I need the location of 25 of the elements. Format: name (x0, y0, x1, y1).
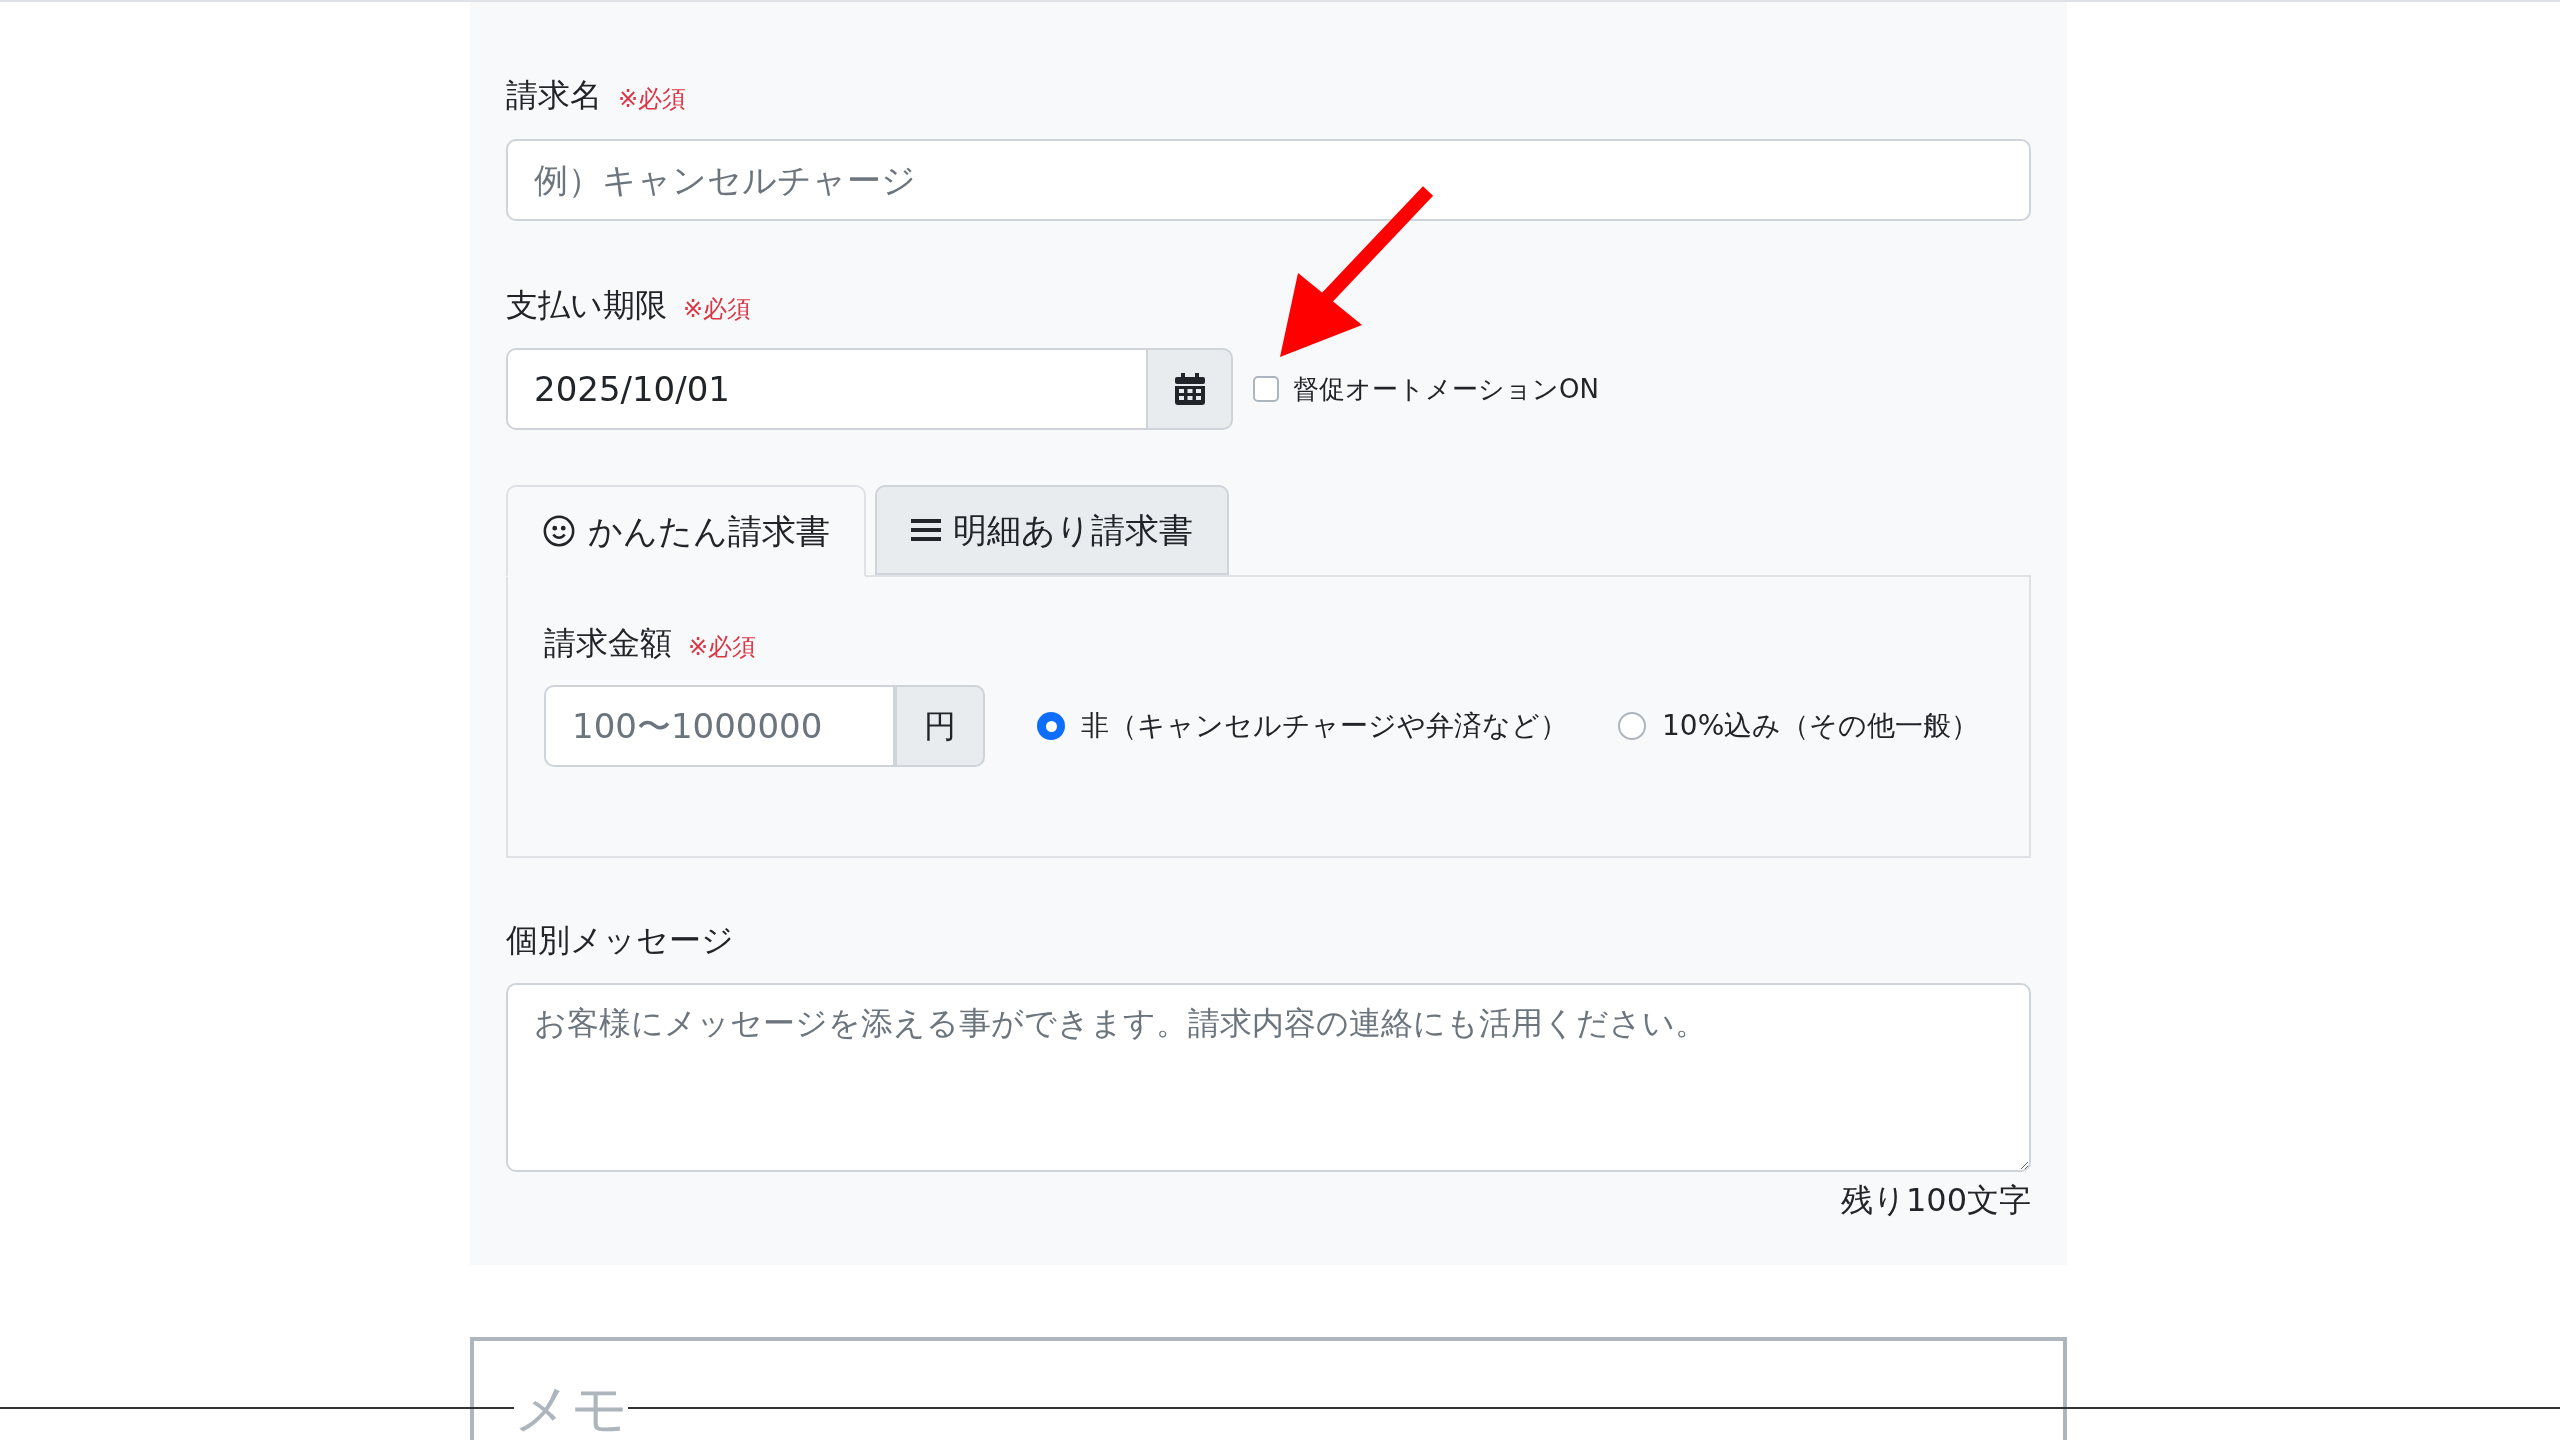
tab[interactable]: かんたん請求書 (506, 485, 866, 577)
radio-button[interactable] (1618, 712, 1646, 740)
date-field[interactable]: 2025/10/01 (506, 348, 1148, 430)
input-field[interactable]: 例）キャンセルチャージ (506, 139, 2031, 221)
checkbox[interactable] (1253, 376, 1279, 402)
required-tag: ※必須 (618, 83, 687, 115)
required-tag: ※必須 (688, 631, 757, 663)
field-label: 個別メッセージ (506, 920, 734, 960)
message-field[interactable]: お客様にメッセージを添える事ができます。請求内容の連絡にも活用ください。 (506, 983, 2031, 1172)
required-tag: ※必須 (683, 293, 752, 325)
field-label: 請求名 (506, 75, 602, 115)
amount-field[interactable]: 100〜1000000 (544, 685, 895, 767)
tab[interactable]: 明細あり請求書 (875, 485, 1229, 575)
calendar-button[interactable] (1148, 348, 1233, 430)
radio-button[interactable] (1037, 712, 1065, 740)
calendar-icon (1174, 373, 1205, 405)
smiley-icon (542, 514, 576, 548)
field-label: 請求金額 (544, 623, 672, 663)
character-counter: 残り100文字 (1840, 1180, 2031, 1221)
field-label: 支払い期限 (506, 285, 667, 325)
unit-addon: 円 (895, 685, 985, 767)
radio-label: 10%込み（その他一般） (1662, 708, 1980, 744)
radio-label: 非（キャンセルチャージや弁済など） (1081, 708, 1568, 744)
menu-icon (911, 517, 941, 543)
checkbox-label: 督促オートメーションON (1293, 372, 1599, 406)
